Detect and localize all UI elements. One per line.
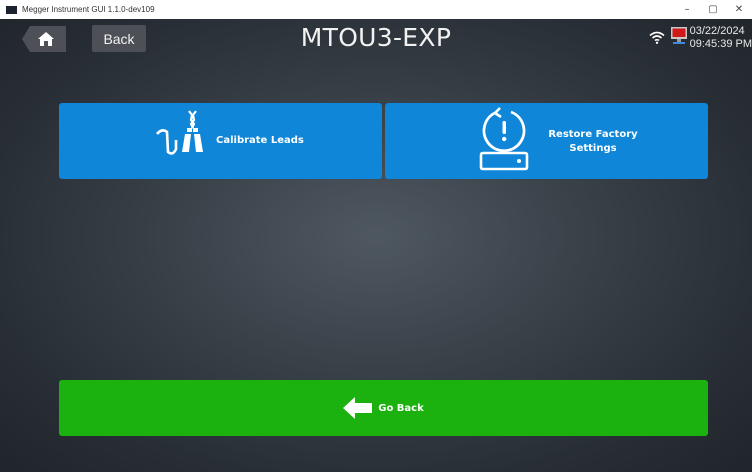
wifi-icon [649,31,665,44]
app-screen: Back MTOU3-EXP 03/22/2024 09:45:39 PM Ca… [0,19,752,472]
maximize-button[interactable]: ▢ [700,4,726,15]
calibrate-leads-button[interactable]: Calibrate Leads [59,103,382,179]
restore-label-line1: Restore Factory [548,129,638,140]
app-icon [6,5,17,14]
time-text: 09:45:39 PM [689,38,752,50]
monitor-icon [670,27,687,44]
restore-label-line2: Settings [569,143,617,154]
window-title-bar: Megger Instrument GUI 1.1.0-dev109 – ▢ ✕ [0,0,752,19]
window-title: Megger Instrument GUI 1.1.0-dev109 [22,5,155,14]
go-back-button[interactable]: Go Back [59,380,708,436]
datetime: 03/22/2024 09:45:39 PM [690,25,752,51]
arrow-left-icon [343,397,373,419]
window-controls: – ▢ ✕ [674,0,752,19]
restore-factory-label: Restore Factory Settings [532,128,654,156]
status-area: 03/22/2024 09:45:39 PM [649,25,752,51]
calibrate-leads-label: Calibrate Leads [216,135,304,146]
restore-icon [479,107,529,171]
go-back-label: Go Back [378,402,424,414]
close-button[interactable]: ✕ [726,4,752,15]
minimize-button[interactable]: – [674,4,700,15]
page-title: MTOU3-EXP [300,23,452,52]
restore-factory-settings-button[interactable]: Restore Factory Settings [385,103,708,179]
lead-clip-icon [156,110,203,155]
date-text: 03/22/2024 [689,25,745,37]
